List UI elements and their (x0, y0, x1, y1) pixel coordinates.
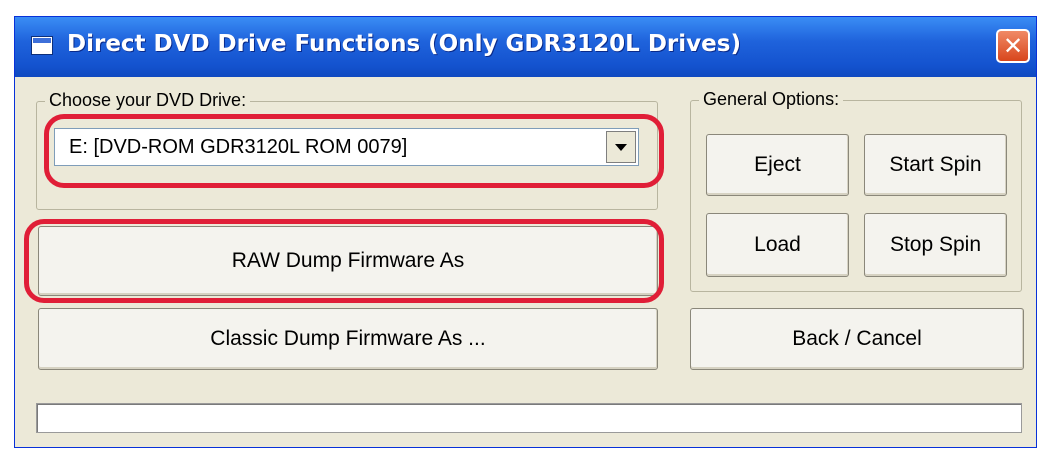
classic-dump-label: Classic Dump Firmware As ... (210, 327, 486, 350)
load-label: Load (754, 233, 801, 256)
drive-group-label: Choose your DVD Drive: (45, 90, 251, 111)
raw-dump-label: RAW Dump Firmware As (231, 249, 465, 272)
start-spin-label: Start Spin (889, 153, 982, 176)
app-window-icon (31, 36, 53, 55)
close-icon: ✕ (1002, 32, 1024, 60)
back-cancel-button[interactable]: Back / Cancel (690, 308, 1024, 370)
selected-drive-value: E: [DVD-ROM GDR3120L ROM 0079] (69, 136, 408, 158)
close-button[interactable]: ✕ (996, 29, 1030, 63)
eject-button[interactable]: Eject (706, 134, 849, 196)
start-spin-button[interactable]: Start Spin (864, 134, 1007, 196)
raw-dump-firmware-button[interactable]: RAW Dump Firmware As (38, 226, 658, 296)
stop-spin-button[interactable]: Stop Spin (864, 213, 1007, 277)
stop-spin-label: Stop Spin (889, 233, 982, 256)
dvd-drive-select[interactable]: E: [DVD-ROM GDR3120L ROM 0079] (54, 128, 639, 166)
progress-bar (36, 403, 1022, 433)
dropdown-button[interactable] (606, 131, 636, 163)
title-bar[interactable]: Direct DVD Drive Functions (Only GDR3120… (15, 17, 1036, 77)
classic-dump-firmware-button[interactable]: Classic Dump Firmware As ... (38, 308, 658, 370)
chevron-down-icon (615, 143, 627, 151)
load-button[interactable]: Load (706, 213, 849, 277)
eject-label: Eject (754, 153, 801, 176)
general-options-label: General Options: (699, 89, 844, 110)
window-title: Direct DVD Drive Functions (Only GDR3120… (67, 31, 741, 57)
back-cancel-label: Back / Cancel (792, 327, 922, 350)
